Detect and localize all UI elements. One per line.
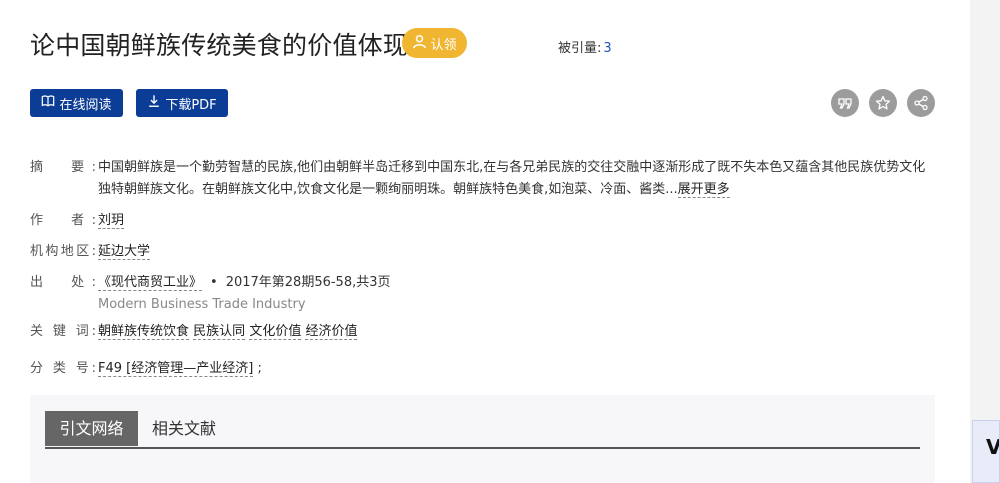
- tab-citation-network[interactable]: 引文网络: [45, 411, 138, 446]
- institution-label: 机构地区:: [30, 244, 96, 259]
- source-label: 出 处:: [30, 275, 96, 290]
- institution-link[interactable]: 延边大学: [98, 244, 151, 260]
- citation-count: 被引量: 3: [558, 37, 612, 56]
- classification-link[interactable]: F49 [经济管理—产业经济]: [98, 361, 254, 377]
- author-link[interactable]: 刘玥: [98, 213, 125, 229]
- institution-row: 机构地区: 延边大学: [30, 241, 430, 263]
- separator-dot: •: [210, 275, 218, 290]
- claim-label: 认领: [430, 37, 457, 53]
- article-page: 论中国朝鲜族传统美食的价值体现 认领 被引量: 3 在线阅读 下载PDF 摘 要:…: [0, 0, 970, 483]
- keywords-label: 关 键 词:: [30, 324, 96, 339]
- keyword-link[interactable]: 朝鲜族传统饮食: [98, 324, 190, 340]
- download-pdf-label: 下载PDF: [165, 97, 217, 113]
- tab-related-literature[interactable]: 相关文献: [138, 411, 230, 446]
- read-online-button[interactable]: 在线阅读: [30, 89, 123, 117]
- download-pdf-button[interactable]: 下载PDF: [136, 89, 228, 117]
- author-label: 作 者:: [30, 213, 96, 228]
- keywords-row: 关 键 词: 朝鲜族传统饮食 民族认同 文化价值 经济价值: [30, 321, 630, 343]
- journal-english-name: Modern Business Trade Industry: [98, 297, 306, 312]
- share-icon[interactable]: [907, 89, 935, 117]
- classification-label: 分 类 号:: [30, 361, 96, 376]
- journal-link[interactable]: 《现代商贸工业》: [98, 275, 203, 291]
- logo-mark-icon: V: [986, 435, 1000, 459]
- keyword-link[interactable]: 民族认同: [193, 324, 246, 340]
- related-panel: 引文网络 相关文献: [30, 395, 935, 483]
- abstract-label: 摘 要:: [30, 160, 96, 175]
- abstract-body: 中国朝鲜族是一个勤劳智慧的民族,他们由朝鲜半岛迁移到中国东北,在与各兄弟民族的交…: [98, 160, 926, 197]
- right-gutter: [970, 0, 1000, 483]
- book-icon: [41, 94, 55, 112]
- citation-number[interactable]: 3: [603, 41, 611, 56]
- keyword-link[interactable]: 文化价值: [249, 324, 302, 340]
- tab-bar: 引文网络 相关文献: [45, 411, 920, 449]
- quote-icon[interactable]: [831, 89, 859, 117]
- star-icon[interactable]: [869, 89, 897, 117]
- source-row: 出 处: 《现代商贸工业》 • 2017年第28期56-58,共3页 Modern …: [30, 272, 630, 316]
- classification-suffix: ;: [257, 361, 262, 376]
- claim-button[interactable]: 认领: [402, 28, 467, 58]
- article-title: 论中国朝鲜族传统美食的价值体现: [30, 31, 409, 60]
- citation-label: 被引量:: [558, 41, 602, 56]
- abstract-text: 中国朝鲜族是一个勤劳智慧的民族,他们由朝鲜半岛迁移到中国东北,在与各兄弟民族的交…: [98, 157, 938, 201]
- expand-more-link[interactable]: 展开更多: [677, 182, 730, 198]
- author-row: 作 者: 刘玥: [30, 210, 430, 232]
- download-icon: [147, 94, 161, 112]
- abstract-row: 摘 要: 中国朝鲜族是一个勤劳智慧的民族,他们由朝鲜半岛迁移到中国东北,在与各兄…: [30, 157, 940, 203]
- issue-info: 2017年第28期56-58,共3页: [225, 275, 391, 290]
- read-online-label: 在线阅读: [59, 97, 112, 113]
- user-icon: [412, 34, 427, 53]
- classification-row: 分 类 号: F49 [经济管理—产业经济] ;: [30, 358, 630, 380]
- side-thumbnail[interactable]: V: [972, 420, 1000, 483]
- keyword-link[interactable]: 经济价值: [305, 324, 358, 340]
